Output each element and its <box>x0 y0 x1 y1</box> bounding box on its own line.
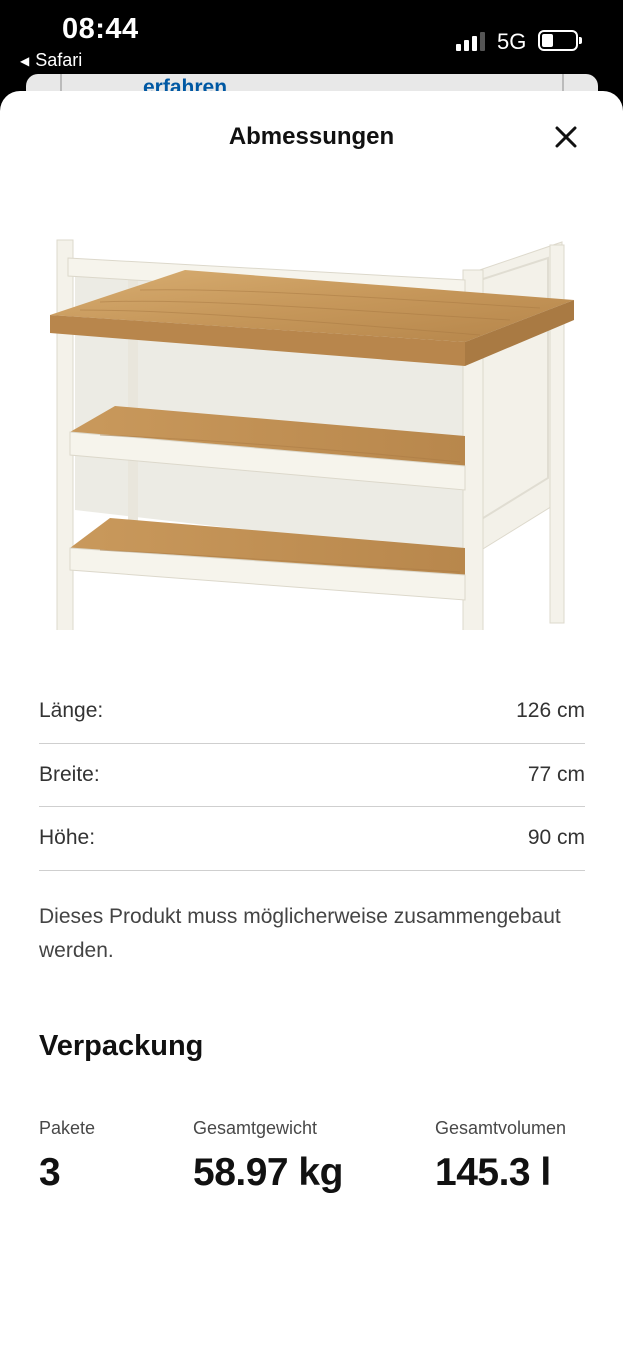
packaging-heading: Verpackung <box>39 1030 204 1062</box>
dimension-value: 126 cm <box>516 699 585 723</box>
dimension-label: Länge: <box>39 699 104 723</box>
network-type: 5G <box>497 29 527 54</box>
dimension-row-width: Breite: 77 cm <box>39 744 585 807</box>
dimensions-list: Länge: 126 cm Breite: 77 cm Höhe: 90 cm <box>39 680 585 871</box>
dimension-value: 90 cm <box>527 826 585 850</box>
assembly-note: Dieses Produkt muss möglicherweise zusam… <box>39 905 561 962</box>
dimension-row-length: Länge: 126 cm <box>39 680 585 744</box>
packages-value: 3 <box>39 1151 61 1194</box>
sheet-title: Abmessungen <box>228 123 395 150</box>
close-icon <box>555 126 577 148</box>
back-app-label: Safari <box>35 50 83 70</box>
close-button[interactable] <box>550 121 582 153</box>
dimension-label: Breite: <box>39 762 100 786</box>
dimension-label: Höhe: <box>39 826 96 850</box>
volume-value: 145.3 l <box>435 1151 551 1194</box>
product-image <box>50 239 574 630</box>
packages-label: Pakete <box>39 1118 96 1138</box>
volume-info: Gesamtvolumen 145.3 l <box>435 1118 566 1195</box>
dimension-row-height: Höhe: 90 cm <box>39 807 585 871</box>
back-to-safari[interactable]: ◀ Safari <box>20 50 82 71</box>
weight-info: Gesamtgewicht 58.97 kg <box>193 1118 343 1195</box>
volume-label: Gesamtvolumen <box>435 1118 567 1138</box>
packages-info: Pakete 3 <box>39 1118 95 1195</box>
signal-icon <box>456 31 485 51</box>
weight-value: 58.97 kg <box>193 1151 343 1194</box>
back-arrow-icon: ◀ <box>20 53 30 68</box>
battery-icon <box>538 30 582 51</box>
battery-level <box>542 34 554 47</box>
status-time: 08:44 <box>62 13 139 45</box>
status-bar: 08:44 ◀ Safari 5G <box>0 0 623 75</box>
dimension-value: 77 cm <box>527 762 585 786</box>
weight-label: Gesamtgewicht <box>193 1118 318 1138</box>
